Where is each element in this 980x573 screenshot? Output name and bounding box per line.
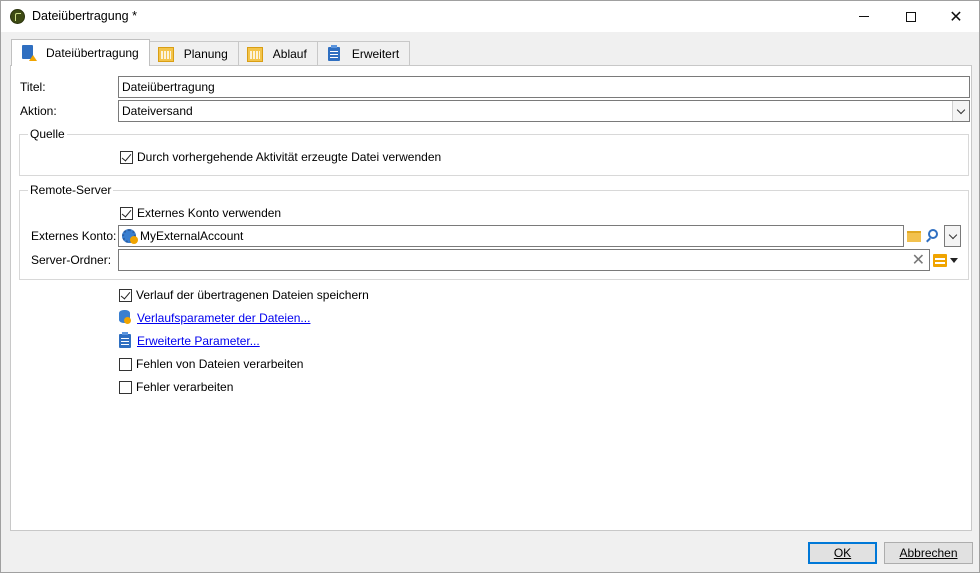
server-folder-label: Server-Ordner: [31,253,112,267]
checkbox-box[interactable] [120,206,133,220]
save-history-checkbox[interactable]: Verlauf der übertragenen Dateien speiche… [119,288,369,302]
dialog-window: Dateiübertragung * ✕ Dateiübertragung Pl… [0,0,980,573]
calendar-icon [246,46,263,62]
title-bar[interactable]: Dateiübertragung * ✕ [1,1,979,32]
title-input[interactable]: Dateiübertragung [118,76,970,98]
clear-icon[interactable]: ✕ [912,250,925,269]
source-group-title: Quelle [28,127,67,141]
search-icon[interactable] [928,229,938,239]
cancel-button-label: Abbrechen [899,546,958,560]
checkbox-box[interactable] [119,357,132,371]
ok-button-label: OK [833,546,852,560]
remote-server-group-title: Remote-Server [28,183,114,197]
advanced-params-link-row: Erweiterte Parameter... [118,332,260,348]
app-logo-icon [10,9,25,24]
process-missing-files-checkbox[interactable]: Fehlen von Dateien verarbeiten [119,357,303,371]
external-account-gear-icon [121,227,139,245]
window-title: Dateiübertragung * [32,9,137,23]
checkbox-label: Fehler verarbeiten [136,380,234,394]
checkbox-label: Durch vorhergehende Aktivität erzeugte D… [137,150,442,164]
advanced-params-link[interactable]: Erweiterte Parameter... [137,334,260,348]
tab-advanced[interactable]: Erweitert [316,41,411,66]
action-select-value: Dateiversand [122,104,193,118]
external-account-value: MyExternalAccount [140,229,244,243]
checkbox-label: Verlauf der übertragenen Dateien speiche… [136,288,369,302]
source-group: Quelle Durch vorhergehende Aktivität erz… [19,127,969,176]
use-external-account-checkbox[interactable]: Externes Konto verwenden [120,206,281,220]
cancel-button[interactable]: Abbrechen [884,542,973,564]
document-upload-icon [20,45,37,61]
external-account-label: Externes Konto: [31,229,117,243]
history-params-link[interactable]: Verlaufsparameter der Dateien... [137,311,310,325]
external-account-dropdown-button[interactable] [944,225,961,247]
action-select[interactable]: Dateiversand [118,100,970,122]
action-label: Aktion: [20,104,57,118]
database-icon [118,310,132,325]
tab-bar: Dateiübertragung Planung Ablauf Erweiter… [11,39,411,66]
calendar-icon [157,46,174,62]
tab-scheduling[interactable]: Planung [148,41,239,66]
tab-label: Erweitert [351,47,400,61]
checkbox-label: Fehlen von Dateien verarbeiten [136,357,304,371]
checkbox-label: Externes Konto verwenden [137,206,282,220]
caret-down-icon[interactable] [950,258,958,263]
clipboard-icon [118,332,132,348]
title-input-value: Dateiübertragung [122,80,215,94]
maximize-button[interactable] [888,1,934,32]
title-label: Titel: [20,80,46,94]
tab-panel: Titel: Dateiübertragung Aktion: Dateiver… [10,65,972,531]
external-account-input[interactable]: MyExternalAccount [118,225,904,247]
tab-label: Ablauf [272,47,307,61]
tab-label: Planung [183,47,228,61]
use-previous-file-checkbox[interactable]: Durch vorhergehende Aktivität erzeugte D… [120,150,441,164]
tab-label: Dateiübertragung [46,46,139,60]
ok-button[interactable]: OK [808,542,877,564]
checkbox-box[interactable] [120,150,133,164]
minimize-icon [859,16,869,17]
close-icon: ✕ [949,7,963,26]
tab-file-transfer[interactable]: Dateiübertragung [11,39,150,66]
maximize-icon [906,11,916,22]
chevron-down-icon[interactable] [952,101,969,121]
close-button[interactable]: ✕ [933,1,979,32]
tab-expiration[interactable]: Ablauf [237,41,318,66]
chevron-down-icon [948,230,957,239]
variables-icon[interactable] [933,254,947,267]
clipboard-icon [326,45,342,62]
folder-icon[interactable] [907,231,921,242]
checkbox-box[interactable] [119,380,132,394]
server-folder-input[interactable]: ✕ [118,249,930,271]
history-params-link-row: Verlaufsparameter der Dateien... [118,310,310,325]
minimize-button[interactable] [841,1,887,32]
process-errors-checkbox[interactable]: Fehler verarbeiten [119,380,233,394]
checkbox-box[interactable] [119,288,132,302]
